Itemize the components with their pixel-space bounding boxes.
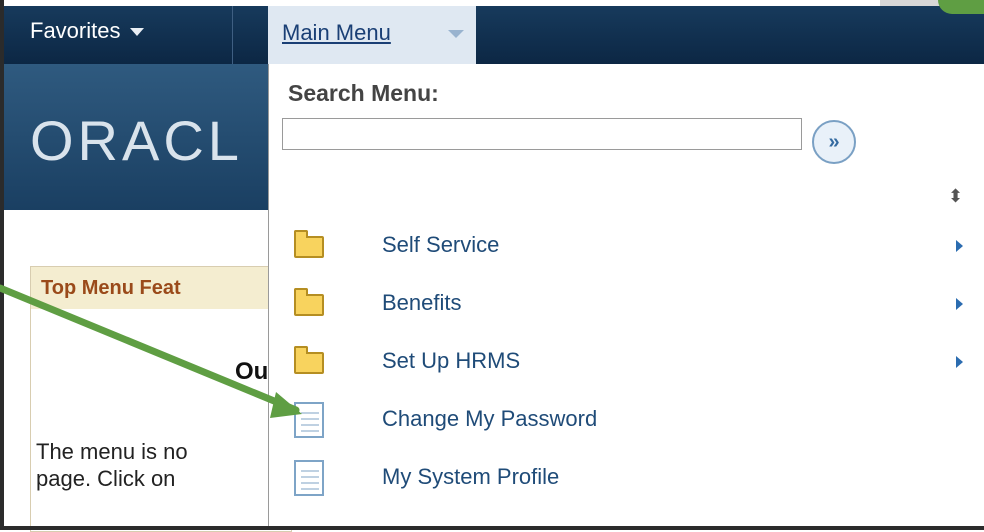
instruction-line-1: The menu is no bbox=[36, 439, 188, 464]
main-menu-label: Main Menu bbox=[282, 20, 391, 45]
green-corner-accent bbox=[938, 0, 984, 14]
favorites-menu[interactable]: Favorites bbox=[30, 18, 145, 44]
triangle-right-icon bbox=[956, 240, 963, 252]
instruction-line-2: page. Click on bbox=[36, 466, 176, 491]
favorites-label: Favorites bbox=[30, 18, 121, 43]
instruction-text: The menu is no page. Click on bbox=[36, 438, 188, 492]
chevron-down-icon bbox=[448, 30, 464, 38]
chevron-down-icon bbox=[130, 28, 145, 37]
folder-icon bbox=[294, 288, 324, 316]
search-go-button[interactable]: » bbox=[812, 120, 856, 164]
partial-heading: Ou bbox=[235, 358, 269, 385]
feature-box-header: Top Menu Feat bbox=[31, 267, 291, 309]
menu-item-my-system-profile[interactable]: My System Profile bbox=[290, 460, 980, 500]
menu-item-label: Benefits bbox=[382, 290, 462, 315]
feature-box-title: Top Menu Feat bbox=[41, 277, 181, 299]
folder-icon bbox=[294, 230, 324, 258]
main-menu-tab[interactable]: Main Menu bbox=[268, 6, 476, 64]
double-chevron-right-icon: » bbox=[828, 130, 840, 153]
triangle-right-icon bbox=[956, 298, 963, 310]
top-menu-features-box: Top Menu Feat bbox=[30, 266, 292, 532]
screenshot-frame: Favorites Main Menu ORACL Top Menu Feat … bbox=[0, 0, 984, 532]
triangle-right-icon bbox=[956, 356, 963, 368]
menu-item-change-my-password[interactable]: Change My Password bbox=[290, 402, 980, 442]
menu-item-label: My System Profile bbox=[382, 464, 560, 489]
menu-item-label: Self Service bbox=[382, 232, 500, 257]
menu-item-benefits[interactable]: Benefits bbox=[290, 286, 980, 326]
sort-icon[interactable]: ⬍ bbox=[948, 186, 963, 207]
oracle-logo: ORACL bbox=[30, 109, 243, 172]
top-navigation-bar bbox=[4, 6, 984, 64]
bottom-border bbox=[0, 526, 984, 530]
document-icon bbox=[294, 460, 324, 496]
folder-icon bbox=[294, 346, 324, 374]
document-icon bbox=[294, 402, 324, 438]
menu-item-self-service[interactable]: Self Service bbox=[290, 228, 980, 268]
menu-item-label: Set Up HRMS bbox=[382, 348, 521, 373]
nav-separator bbox=[232, 6, 233, 64]
search-menu-input[interactable] bbox=[282, 118, 802, 150]
search-menu-label: Search Menu: bbox=[288, 80, 439, 106]
left-border bbox=[0, 0, 4, 530]
menu-item-label: Change My Password bbox=[382, 406, 598, 431]
menu-item-set-up-hrms[interactable]: Set Up HRMS bbox=[290, 344, 980, 384]
